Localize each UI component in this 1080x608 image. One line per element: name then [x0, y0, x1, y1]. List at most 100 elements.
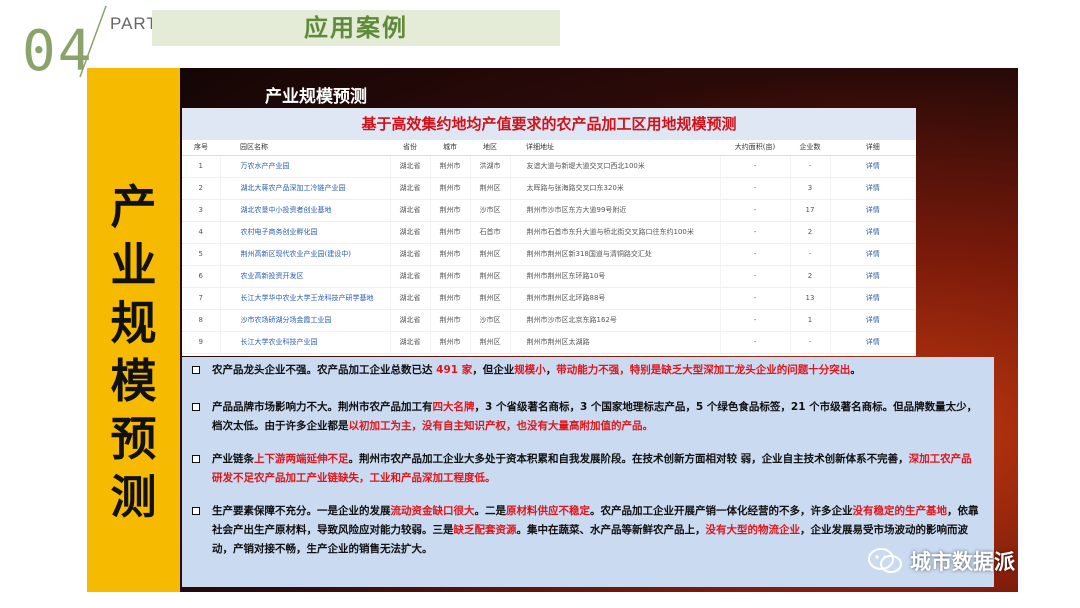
table-cell: 1: [790, 309, 831, 332]
table-cell: -: [720, 331, 791, 354]
park-name-link[interactable]: 荆州高新区现代农业产业园(建设中): [220, 243, 391, 266]
note-text: 产品品牌市场影响力不大。荆州市农产品加工有: [212, 401, 433, 413]
park-name-link[interactable]: 湖北农垦中小投资者创业基地: [220, 199, 391, 222]
sidebar-banner: 产业规模预测: [87, 68, 180, 592]
park-name-link[interactable]: 万农水产产业园: [220, 155, 391, 178]
column-header: 详细: [830, 140, 916, 156]
note-text: 。: [850, 364, 861, 376]
column-header: 大约面积(亩): [720, 140, 790, 156]
table-cell: 8: [182, 309, 221, 332]
park-table: 序号 园区名称 省份 城市 地区 详细地址 大约面积(亩) 企业数 详细 1 万农水产产业园 湖北省…: [182, 140, 916, 354]
table-cell: -: [790, 331, 831, 354]
table-cell: 荆州区: [470, 243, 511, 266]
note-text: 。二是: [474, 505, 507, 517]
detail-link[interactable]: 详情: [830, 177, 916, 200]
note-text: ，: [545, 364, 557, 376]
park-name-link[interactable]: 农业高新投资开发区: [220, 265, 391, 288]
table-cell: 荆州区: [470, 287, 511, 310]
table-screenshot: 基于高效集约地均产值要求的农产品加工区用地规模预测 序号 园区名称 省份 城市 地区 详细…: [182, 108, 916, 356]
table-cell: -: [720, 221, 791, 244]
table-cell: -: [720, 177, 791, 200]
table-cell: 荆州市: [430, 243, 471, 266]
park-name-link[interactable]: 沙市农场硚湖分场金霞工业园: [220, 309, 391, 332]
sidebar-char: 测: [110, 470, 157, 524]
square-bullet-icon: [192, 507, 200, 515]
table-cell: -: [790, 243, 831, 266]
table-cell: -: [720, 309, 791, 332]
table-cell: 荆州市荆州区太湖路: [510, 331, 721, 354]
note-text: 。农产品加工企业开展产销一体化经营的不多，许多企业: [590, 505, 853, 517]
highlight-text: 原材料供应不稳定: [506, 505, 590, 517]
note-text: 。集中在蔬菜、水产品等新鲜农产品上，: [516, 524, 706, 536]
table-row: 2 湖北大蒋农产品深加工冷链产业园 湖北省 荆州市 荆州区 太晖路与张海路交叉口东320米…: [182, 177, 916, 200]
note-text: 生产要素保障不充分。一是企业的发展: [212, 505, 391, 517]
highlight-text: 没有稳定的生产基地: [852, 505, 948, 517]
part-number: 04: [22, 19, 94, 84]
detail-link[interactable]: 详情: [830, 243, 916, 266]
detail-link[interactable]: 详情: [830, 155, 916, 178]
highlight-text: 缺乏配套资源: [453, 524, 517, 536]
note-text: 。荆州市农产品加工企业大多处于资本积累和自我发展阶段。在技术创新方面相对较 弱，…: [348, 453, 909, 465]
table-row: 9 长江大学农业科技产业园 湖北省 荆州市 荆州区 荆州市荆州区太湖路 - - 详情: [182, 331, 916, 354]
table-cell: 湖北省: [390, 309, 431, 332]
table-row: 6 农业高新投资开发区 湖北省 荆州市 荆州区 荆州市荆州区东环路10号 -2 详情: [182, 265, 916, 288]
detail-link[interactable]: 详情: [830, 309, 916, 332]
highlight-text: 流动资金缺口很大: [390, 505, 475, 517]
sidebar-char: 预: [110, 412, 157, 466]
park-name-link[interactable]: 长江大学农业科技产业园: [220, 331, 391, 354]
table-cell: 湖北省: [390, 331, 431, 354]
highlight-text: 491 家: [436, 364, 473, 376]
table-row: 5 荆州高新区现代农业产业园(建设中) 湖北省 荆州市 荆州区 荆州市荆州区新318国道与…: [182, 243, 916, 266]
detail-link[interactable]: 详情: [830, 199, 916, 222]
note-item: 农产品龙头企业不强。农产品加工企业总数已达 491 家，但企业规模小，带动能力不…: [192, 361, 982, 380]
table-cell: 湖北省: [390, 265, 431, 288]
detail-link[interactable]: 详情: [830, 331, 916, 354]
table-cell: -: [720, 155, 791, 178]
table-cell: 湖北省: [390, 221, 431, 244]
table-row: 4 农村电子商务创业孵化园 湖北省 荆州市 石首市 荆州市石首市东升大道与桥北街交叉路口往…: [182, 221, 916, 244]
table-cell: 沙市区: [470, 309, 511, 332]
table-cell: -: [720, 265, 791, 288]
park-name-link[interactable]: 湖北大蒋农产品深加工冷链产业园: [220, 177, 391, 200]
highlight-text: 规模小: [514, 364, 546, 376]
park-name-link[interactable]: 长江大学华中农业大学王龙科技产研学基地: [220, 287, 391, 310]
note-text: 农产品龙头企业不强。农产品加工企业总数已达: [212, 364, 437, 376]
sidebar-char: 规: [110, 296, 157, 350]
detail-link[interactable]: 详情: [830, 287, 916, 310]
square-bullet-icon: [192, 366, 200, 374]
table-cell: 友谊大道与新堤大道交叉口西北100米: [510, 155, 721, 178]
table-cell: 荆州市: [430, 177, 471, 200]
table-cell: 4: [182, 221, 221, 244]
table-caption: 基于高效集约地均产值要求的农产品加工区用地规模预测: [182, 108, 916, 140]
highlight-text: 没有大型的物流企业: [705, 524, 801, 536]
column-header: 城市: [430, 140, 470, 156]
table-cell: 沙市区: [470, 199, 511, 222]
note-item: 产品品牌市场影响力不大。荆州市农产品加工有四大名牌，3 个省级著名商标，3 个国…: [192, 398, 982, 436]
detail-link[interactable]: 详情: [830, 221, 916, 244]
table-cell: 荆州市石首市东升大道与桥北街交叉路口往东约100米: [510, 221, 721, 244]
note-item: 生产要素保障不充分。一是企业的发展流动资金缺口很大。二是原材料供应不稳定。农产品…: [192, 502, 982, 559]
table-cell: -: [720, 287, 791, 310]
highlight-text: 以初加工为主，没有自主知识产权，也没有大量高附加值的产品。: [348, 420, 654, 432]
table-cell: 荆州市: [430, 155, 471, 178]
highlight-text: 上下游两端延伸不足: [254, 453, 349, 465]
table-cell: 13: [790, 287, 831, 310]
table-cell: 湖北省: [390, 177, 431, 200]
detail-link[interactable]: 详情: [830, 265, 916, 288]
note-item: 产业链条上下游两端延伸不足。荆州市农产品加工企业大多处于资本积累和自我发展阶段。…: [192, 450, 982, 488]
table-cell: 荆州市: [430, 331, 471, 354]
note-text: 产业链条: [212, 453, 254, 465]
table-cell: 石首市: [470, 221, 511, 244]
part-label: PART: [110, 14, 158, 33]
column-header: 企业数: [790, 140, 830, 156]
square-bullet-icon: [192, 455, 200, 463]
sidebar-char: 业: [110, 238, 157, 292]
table-row: 8 沙市农场硚湖分场金霞工业园 湖北省 荆州市 沙市区 荆州市沙市区北京东路162号 -1 详…: [182, 309, 916, 332]
table-cell: 荆州市: [430, 199, 471, 222]
panel-title: 产业规模预测: [265, 87, 367, 107]
table-row: 3 湖北农垦中小投资者创业基地 湖北省 荆州市 沙市区 荆州市沙市区东方大道99号附近 -1…: [182, 199, 916, 222]
table-cell: 3: [182, 199, 221, 222]
wechat-icon: [868, 548, 902, 573]
park-name-link[interactable]: 农村电子商务创业孵化园: [220, 221, 391, 244]
table-header-row: 序号 园区名称 省份 城市 地区 详细地址 大约面积(亩) 企业数 详细: [182, 140, 916, 156]
